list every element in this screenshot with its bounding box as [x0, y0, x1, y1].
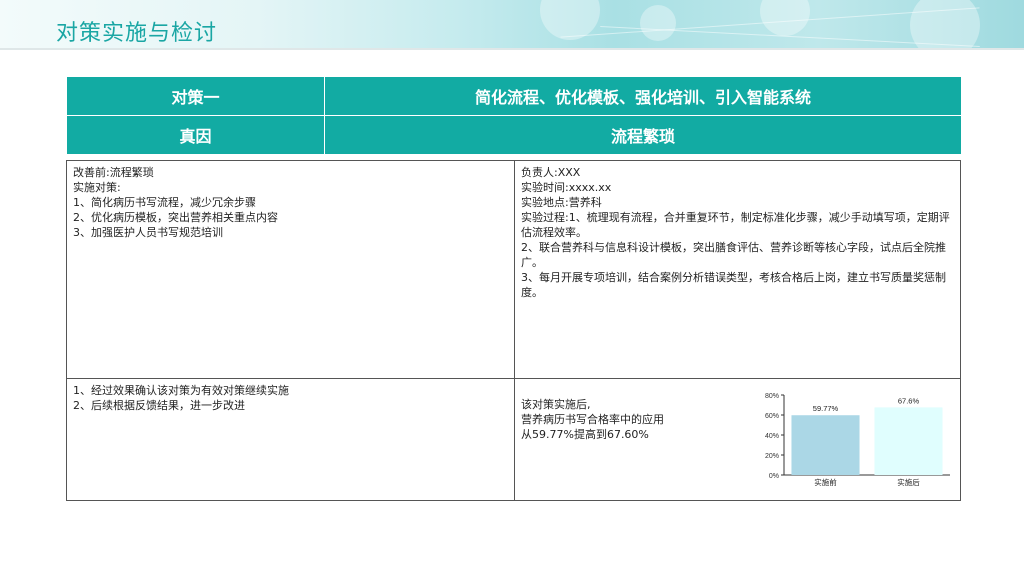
root-cause-value: 流程繁琐 — [324, 115, 962, 155]
text-line: 实验过程:1、梳理现有流程，合并重复环节，制定标准化步骤，减少手动填写项，定期评… — [521, 211, 950, 239]
text-line: 3、每月开展专项培训，结合案例分析错误类型，考核合格后上岗，建立书写质量奖惩制度… — [521, 271, 946, 299]
countermeasure-label: 对策一 — [66, 76, 325, 116]
chart-bar — [791, 415, 860, 475]
text-line: 2、优化病历模板，突出营养相关重点内容 — [73, 211, 278, 224]
y-tick-label: 40% — [765, 433, 779, 440]
text-line: 实验时间:xxxx.xx — [521, 181, 612, 194]
experiment-details-cell: 负责人:XXX 实验时间:xxxx.xx 实验地点:营养科 实验过程:1、梳理现… — [521, 165, 953, 300]
decor-orb — [640, 5, 676, 41]
y-tick-label: 20% — [765, 453, 779, 460]
pass-rate-bar-chart: 0% 20% 40% 60% 80% 59.77% 实施前 67.6% 实施后 — [765, 393, 950, 487]
bar-value-label: 67.6% — [898, 396, 920, 405]
text-line: 该对策实施后, — [521, 398, 591, 411]
chart-bar — [874, 407, 943, 475]
divider-vertical — [514, 161, 515, 500]
y-tick-label: 0% — [769, 473, 779, 480]
text-line: 从59.77%提高到67.60% — [521, 428, 649, 441]
text-line: 1、经过效果确认该对策为有效对策继续实施 — [73, 384, 289, 397]
root-cause-label: 真因 — [66, 115, 325, 155]
text-line: 2、后续根据反馈结果，进一步改进 — [73, 399, 245, 412]
text-line: 营养病历书写合格率中的应用 — [521, 413, 664, 426]
divider-horizontal — [67, 378, 960, 379]
before-and-actions-cell: 改善前:流程繁琐 实施对策: 1、简化病历书写流程，减少冗余步骤 2、优化病历模… — [73, 165, 503, 240]
countermeasure-value: 简化流程、优化模板、强化培训、引入智能系统 — [324, 76, 962, 116]
result-summary-cell: 该对策实施后, 营养病历书写合格率中的应用 从59.77%提高到67.60% — [521, 397, 721, 442]
text-line: 改善前:流程繁琐 — [73, 166, 154, 179]
page-title: 对策实施与检讨 — [56, 21, 218, 46]
countermeasure-header-table: 对策一 简化流程、优化模板、强化培训、引入智能系统 真因 流程繁琐 — [66, 76, 962, 155]
x-tick-label: 实施前 — [814, 477, 837, 487]
y-tick-label: 80% — [765, 393, 779, 400]
bar-value-label: 59.77% — [813, 404, 839, 413]
text-line: 实施对策: — [73, 181, 121, 194]
detail-table: 改善前:流程繁琐 实施对策: 1、简化病历书写流程，减少冗余步骤 2、优化病历模… — [66, 160, 961, 501]
text-line: 实验地点:营养科 — [521, 196, 602, 209]
conclusion-cell: 1、经过效果确认该对策为有效对策继续实施 2、后续根据反馈结果，进一步改进 — [73, 383, 503, 413]
text-line: 1、简化病历书写流程，减少冗余步骤 — [73, 196, 256, 209]
text-line: 3、加强医护人员书写规范培训 — [73, 226, 223, 239]
text-line: 2、联合营养科与信息科设计模板，突出膳食评估、营养诊断等核心字段，试点后全院推广… — [521, 241, 946, 269]
x-tick-label: 实施后 — [897, 477, 920, 487]
text-line: 负责人:XXX — [521, 166, 581, 179]
y-tick-label: 60% — [765, 413, 779, 420]
decor-orb — [760, 0, 810, 36]
